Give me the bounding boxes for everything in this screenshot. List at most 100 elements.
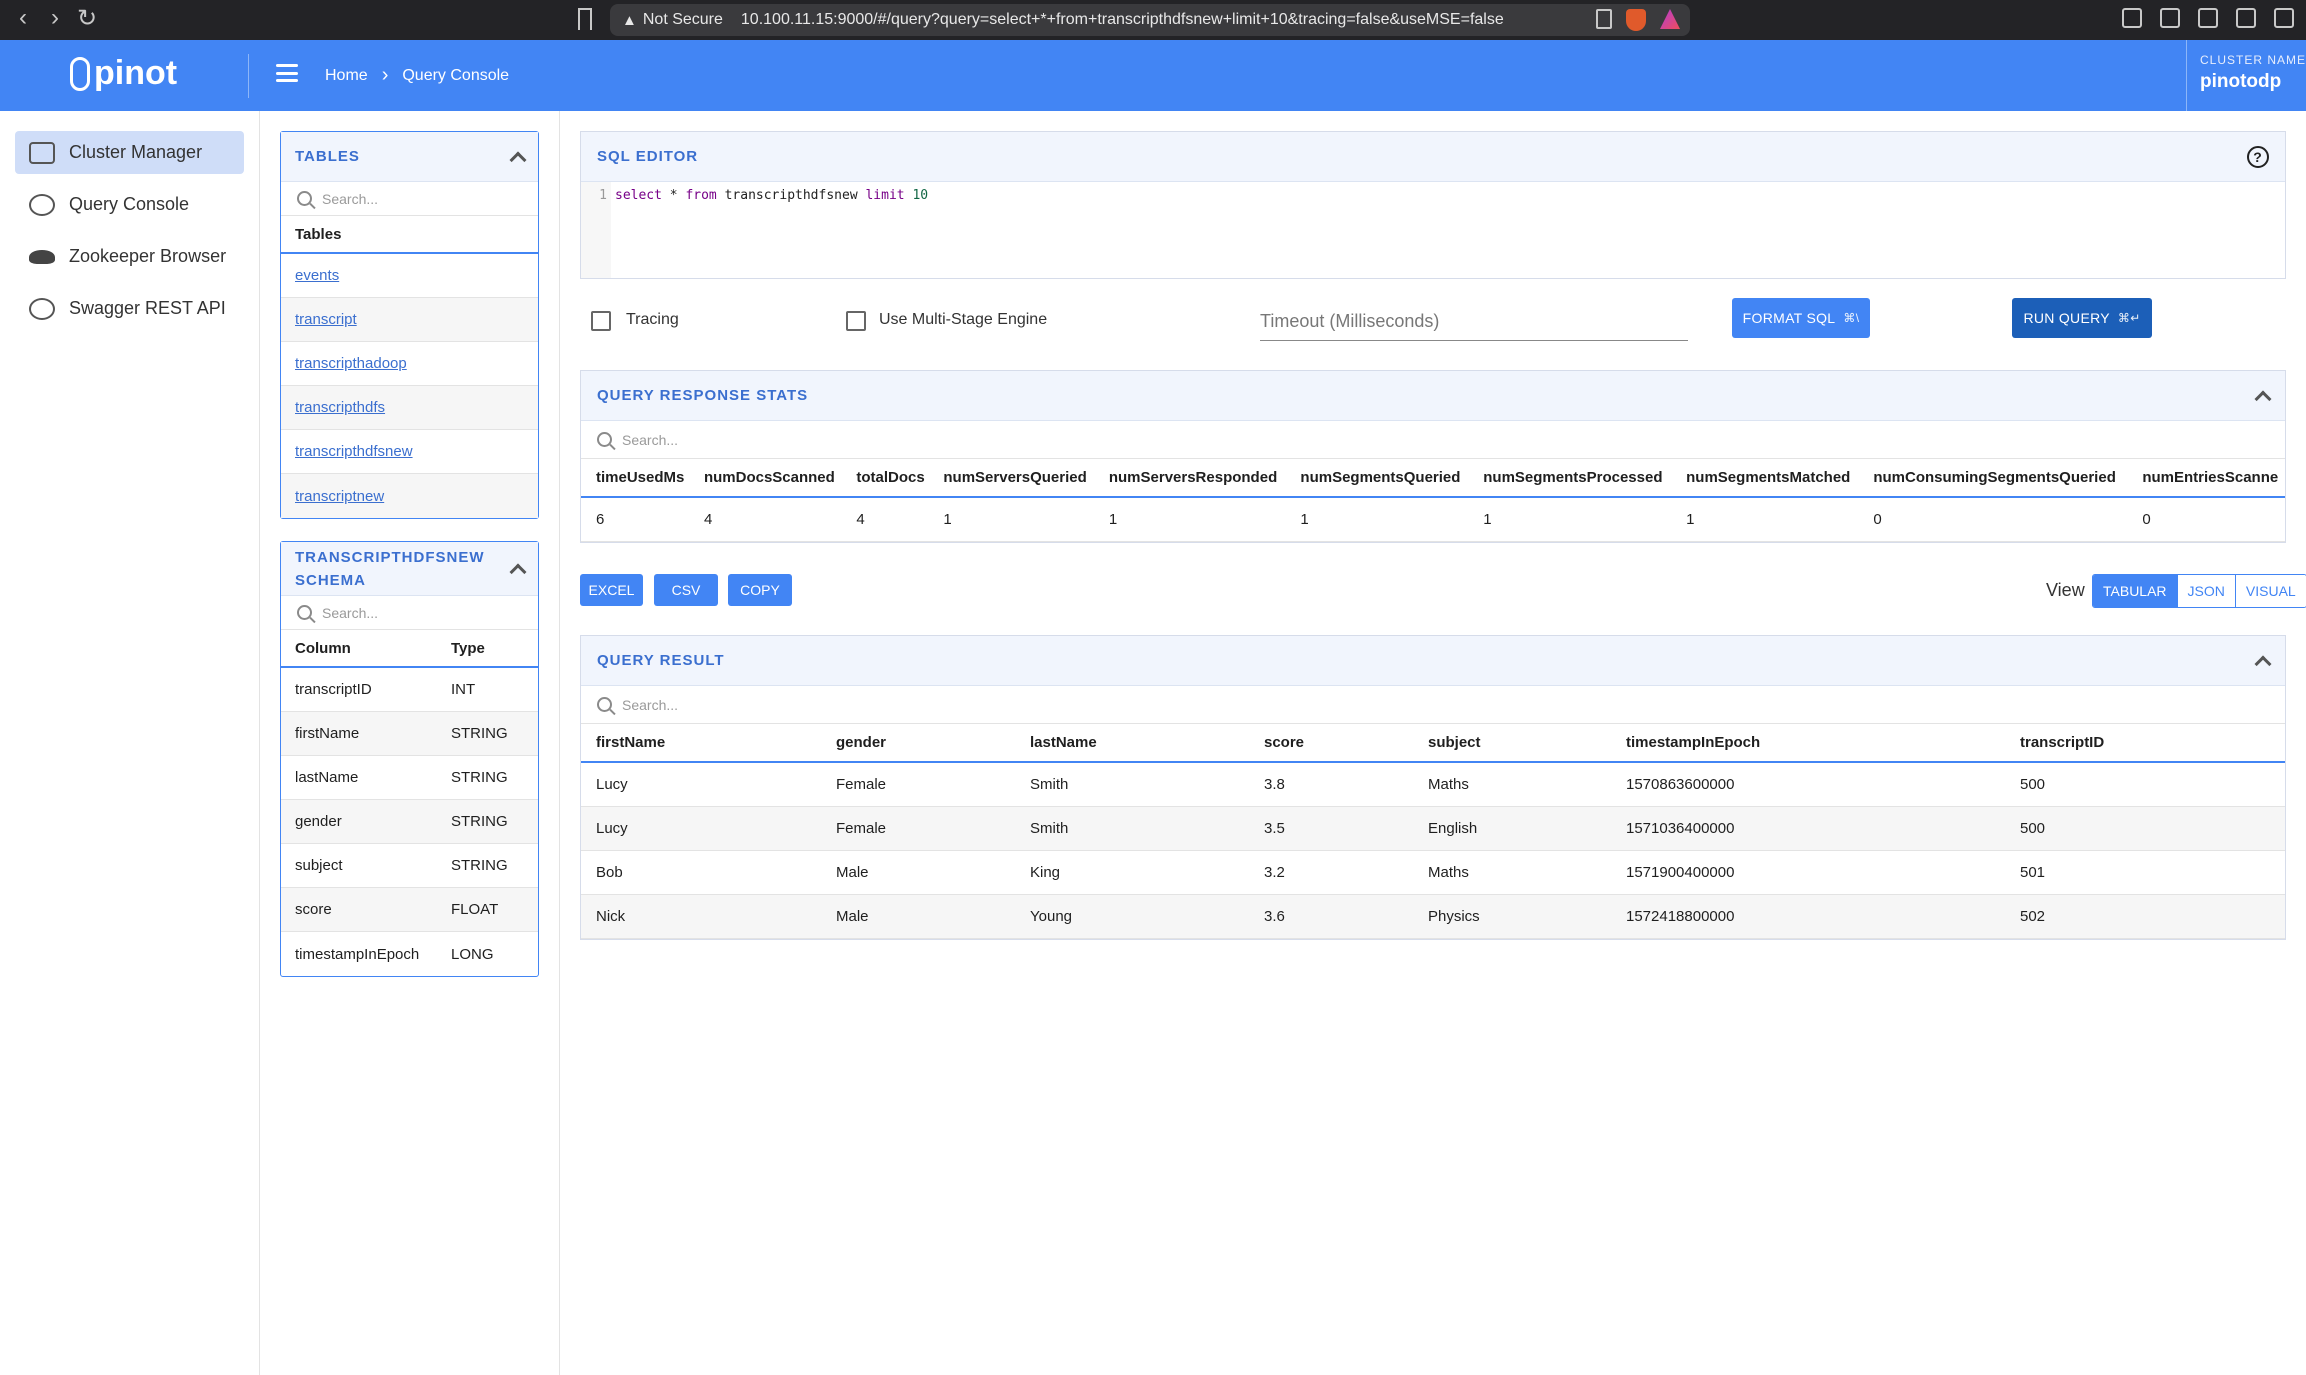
view-tabular-button[interactable]: TABULAR xyxy=(2093,575,2177,607)
result-cell: Nick xyxy=(581,894,821,939)
line-number: 1 xyxy=(581,182,611,278)
search-icon xyxy=(597,432,612,447)
reload-icon[interactable]: ↻ xyxy=(72,4,102,33)
cluster-name: pinotodp xyxy=(2200,71,2282,92)
schema-column-type: LONG xyxy=(451,945,494,963)
result-column-header[interactable]: gender xyxy=(821,724,1015,763)
schema-row: score FLOAT xyxy=(281,888,538,932)
result-cell: 501 xyxy=(2005,850,2285,895)
copy-button[interactable]: COPY xyxy=(728,574,792,606)
url-text[interactable]: 10.100.11.15:9000/#/query?query=select+*… xyxy=(741,11,1504,29)
result-column-header[interactable]: timestampInEpoch xyxy=(1611,724,2005,763)
app-header: pinot Home › Query Console CLUSTER NAME … xyxy=(0,40,2306,111)
wallet-icon[interactable] xyxy=(2160,8,2180,28)
search-placeholder: Search... xyxy=(322,604,379,621)
result-cell: Smith xyxy=(1015,762,1249,807)
result-column-header[interactable]: transcriptID xyxy=(2005,724,2285,763)
chevron-up-icon[interactable] xyxy=(509,151,527,168)
back-icon[interactable]: ‹ xyxy=(8,4,38,33)
query-icon xyxy=(29,193,55,216)
result-column-header[interactable]: score xyxy=(1249,724,1413,763)
result-search-input[interactable]: Search... xyxy=(581,686,2285,724)
sidebar-item-zookeeper-browser[interactable]: Zookeeper Browser xyxy=(15,235,244,278)
breadcrumb-home[interactable]: Home xyxy=(325,67,368,85)
view-visual-button[interactable]: VISUAL xyxy=(2234,575,2306,607)
table-link-events[interactable]: events xyxy=(295,267,339,284)
vpn-icon[interactable] xyxy=(2236,8,2256,28)
result-table: firstName gender lastName score subject … xyxy=(581,724,2285,939)
run-query-button[interactable]: RUN QUERY ⌘↵ xyxy=(2012,298,2152,338)
table-link-transcripthdfsnew[interactable]: transcripthdfsnew xyxy=(295,443,413,460)
tracing-checkbox[interactable] xyxy=(591,311,611,331)
table-row: Lucy Female Smith 3.8 Maths 157086360000… xyxy=(581,762,2285,807)
chevron-up-icon[interactable] xyxy=(509,563,527,580)
run-shortcut: ⌘↵ xyxy=(2117,311,2141,325)
stats-title: QUERY RESPONSE STATS xyxy=(597,387,809,404)
schema-column-type: STRING xyxy=(451,857,508,874)
tables-card-header[interactable]: TABLES xyxy=(281,132,538,182)
result-column-header[interactable]: subject xyxy=(1413,724,1611,763)
schema-row: firstName STRING xyxy=(281,712,538,756)
rewards-icon[interactable] xyxy=(1660,9,1680,29)
hamburger-menu-icon[interactable] xyxy=(276,64,298,82)
schema-row: gender STRING xyxy=(281,800,538,844)
schema-column-name: firstName xyxy=(295,725,360,742)
schema-column-type: INT xyxy=(451,681,476,698)
mse-checkbox[interactable] xyxy=(846,311,866,331)
table-row: transcripthadoop xyxy=(281,342,538,386)
stats-column-header: numDocsScanned xyxy=(688,459,842,498)
schema-search-input[interactable]: Search... xyxy=(281,596,538,630)
sidebar-item-cluster-manager[interactable]: Cluster Manager xyxy=(15,131,244,174)
format-sql-button[interactable]: FORMAT SQL ⌘\ xyxy=(1732,298,1870,338)
result-column-header[interactable]: lastName xyxy=(1015,724,1249,763)
sidebar-toggle-icon[interactable] xyxy=(2122,8,2142,28)
sql-code[interactable]: select * from transcripthdfsnew limit 10 xyxy=(611,182,928,278)
result-header[interactable]: QUERY RESULT xyxy=(581,636,2285,686)
schema-column-type: FLOAT xyxy=(451,901,499,918)
chevron-up-icon[interactable] xyxy=(2254,390,2272,407)
stats-value: 1 xyxy=(1468,497,1672,542)
forward-icon[interactable]: › xyxy=(40,4,70,33)
search-placeholder: Search... xyxy=(622,696,679,713)
menu-icon[interactable] xyxy=(2274,8,2294,28)
bookmark-icon[interactable] xyxy=(578,8,592,30)
table-link-transcriptnew[interactable]: transcriptnew xyxy=(295,488,384,505)
header-divider xyxy=(248,54,249,98)
schema-column-name: subject xyxy=(295,857,343,874)
schema-column-name: transcriptID xyxy=(295,681,372,698)
pinot-logo[interactable]: pinot xyxy=(70,54,177,93)
address-bar[interactable]: ▲ Not Secure 10.100.11.15:9000/#/query?q… xyxy=(610,4,1690,36)
sidebar-item-query-console[interactable]: Query Console xyxy=(15,183,244,226)
table-link-transcripthadoop[interactable]: transcripthadoop xyxy=(295,355,407,372)
stats-search-input[interactable]: Search... xyxy=(581,421,2285,459)
result-cell: Male xyxy=(821,850,1015,895)
tables-search-input[interactable]: Search... xyxy=(281,182,538,216)
chevron-up-icon[interactable] xyxy=(2254,655,2272,672)
result-cell: 3.2 xyxy=(1249,850,1413,895)
leo-icon[interactable] xyxy=(2198,8,2218,28)
table-row: Lucy Female Smith 3.5 English 1571036400… xyxy=(581,806,2285,851)
excel-button[interactable]: EXCEL xyxy=(580,574,643,606)
result-column-header[interactable]: firstName xyxy=(581,724,821,763)
tables-column-header: Tables xyxy=(281,216,538,254)
result-cell: Physics xyxy=(1413,894,1611,939)
sidebar-item-swagger-rest-api[interactable]: Swagger REST API xyxy=(15,287,244,330)
share-icon[interactable] xyxy=(1596,9,1612,29)
table-link-transcript[interactable]: transcript xyxy=(295,311,357,328)
result-cell: Lucy xyxy=(581,762,821,807)
stats-header[interactable]: QUERY RESPONSE STATS xyxy=(581,371,2285,421)
table-row: Nick Male Young 3.6 Physics 157241880000… xyxy=(581,894,2285,939)
stats-value: 6 xyxy=(581,497,689,542)
timeout-input[interactable]: Timeout (Milliseconds) xyxy=(1260,301,1688,341)
stats-value: 1 xyxy=(1093,497,1286,542)
result-cell: 502 xyxy=(2005,894,2285,939)
sql-editor[interactable]: 1 select * from transcripthdfsnew limit … xyxy=(581,182,2285,278)
schema-card-header[interactable]: TRANSCRIPTHDFSNEW SCHEMA xyxy=(281,542,538,596)
brave-shield-icon[interactable] xyxy=(1626,9,1646,31)
csv-button[interactable]: CSV xyxy=(654,574,718,606)
table-link-transcripthdfs[interactable]: transcripthdfs xyxy=(295,399,385,416)
view-json-button[interactable]: JSON xyxy=(2176,575,2235,607)
help-icon[interactable]: ? xyxy=(2247,145,2269,168)
sql-editor-title: SQL EDITOR xyxy=(597,148,699,165)
stats-column-header: numSegmentsMatched xyxy=(1671,459,1859,498)
